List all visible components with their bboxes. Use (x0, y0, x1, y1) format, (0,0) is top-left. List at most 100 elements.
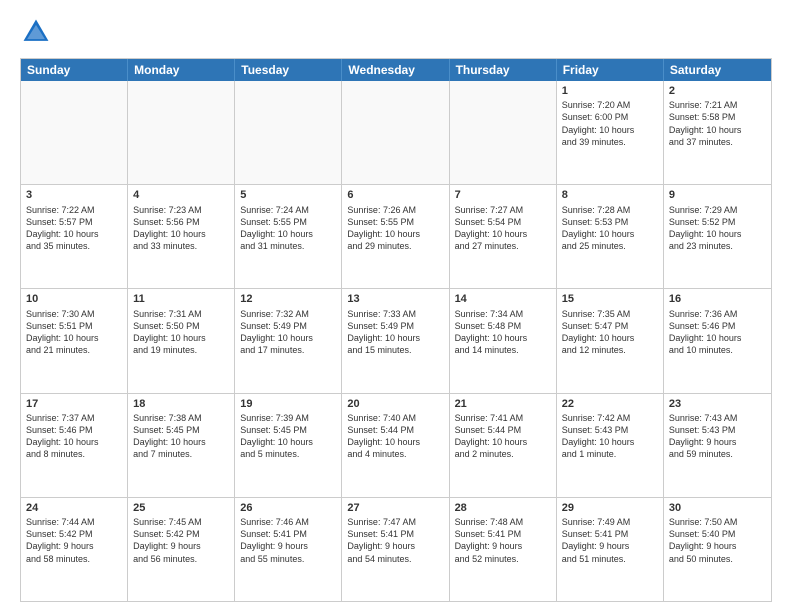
day-number: 17 (26, 397, 122, 411)
day-cell-20: 20Sunrise: 7:40 AM Sunset: 5:44 PM Dayli… (342, 394, 449, 497)
day-number: 3 (26, 188, 122, 202)
day-info: Sunrise: 7:23 AM Sunset: 5:56 PM Dayligh… (133, 204, 229, 253)
day-info: Sunrise: 7:36 AM Sunset: 5:46 PM Dayligh… (669, 308, 766, 357)
day-number: 28 (455, 501, 551, 515)
calendar-header: SundayMondayTuesdayWednesdayThursdayFrid… (21, 59, 771, 81)
empty-cell (450, 81, 557, 184)
day-cell-18: 18Sunrise: 7:38 AM Sunset: 5:45 PM Dayli… (128, 394, 235, 497)
day-cell-24: 24Sunrise: 7:44 AM Sunset: 5:42 PM Dayli… (21, 498, 128, 601)
calendar-row-4: 17Sunrise: 7:37 AM Sunset: 5:46 PM Dayli… (21, 393, 771, 497)
day-cell-2: 2Sunrise: 7:21 AM Sunset: 5:58 PM Daylig… (664, 81, 771, 184)
day-number: 24 (26, 501, 122, 515)
day-cell-12: 12Sunrise: 7:32 AM Sunset: 5:49 PM Dayli… (235, 289, 342, 392)
day-info: Sunrise: 7:40 AM Sunset: 5:44 PM Dayligh… (347, 412, 443, 461)
weekday-header-saturday: Saturday (664, 59, 771, 81)
day-number: 18 (133, 397, 229, 411)
day-info: Sunrise: 7:47 AM Sunset: 5:41 PM Dayligh… (347, 516, 443, 565)
day-info: Sunrise: 7:37 AM Sunset: 5:46 PM Dayligh… (26, 412, 122, 461)
day-number: 26 (240, 501, 336, 515)
calendar-row-3: 10 Sunrise: 7:30 AM Sunset: 5:51 PM Dayli… (21, 288, 771, 392)
weekday-header-sunday: Sunday (21, 59, 128, 81)
day-info: Sunrise: 7:30 AM Sunset: 5:51 PM Dayligh… (26, 308, 122, 357)
day-info: Sunrise: 7:43 AM Sunset: 5:43 PM Dayligh… (669, 412, 766, 461)
day-cell-29: 29Sunrise: 7:49 AM Sunset: 5:41 PM Dayli… (557, 498, 664, 601)
day-number: 16 (669, 292, 766, 306)
day-cell-13: 13 Sunrise: 7:33 AM Sunset: 5:49 PM Dayli… (342, 289, 449, 392)
day-cell-1: 1Sunrise: 7:20 AM Sunset: 6:00 PM Daylig… (557, 81, 664, 184)
day-info: Sunrise: 7:27 AM Sunset: 5:54 PM Dayligh… (455, 204, 551, 253)
day-number: 12 (240, 292, 336, 306)
day-number: 11 (133, 292, 229, 306)
day-cell-5: 5 Sunrise: 7:24 AM Sunset: 5:55 PM Daylig… (235, 185, 342, 288)
day-cell-15: 15 Sunrise: 7:35 AM Sunset: 5:47 PM Dayli… (557, 289, 664, 392)
day-cell-27: 27Sunrise: 7:47 AM Sunset: 5:41 PM Dayli… (342, 498, 449, 601)
day-info: Sunrise: 7:42 AM Sunset: 5:43 PM Dayligh… (562, 412, 658, 461)
calendar-body: 1Sunrise: 7:20 AM Sunset: 6:00 PM Daylig… (21, 81, 771, 601)
day-cell-25: 25Sunrise: 7:45 AM Sunset: 5:42 PM Dayli… (128, 498, 235, 601)
empty-cell (342, 81, 449, 184)
day-number: 14 (455, 292, 551, 306)
day-cell-6: 6Sunrise: 7:26 AM Sunset: 5:55 PM Daylig… (342, 185, 449, 288)
day-cell-14: 14Sunrise: 7:34 AM Sunset: 5:48 PM Dayli… (450, 289, 557, 392)
day-number: 25 (133, 501, 229, 515)
day-info: Sunrise: 7:28 AM Sunset: 5:53 PM Dayligh… (562, 204, 658, 253)
day-cell-26: 26Sunrise: 7:46 AM Sunset: 5:41 PM Dayli… (235, 498, 342, 601)
day-number: 8 (562, 188, 658, 202)
day-info: Sunrise: 7:33 AM Sunset: 5:49 PM Dayligh… (347, 308, 443, 357)
day-cell-19: 19Sunrise: 7:39 AM Sunset: 5:45 PM Dayli… (235, 394, 342, 497)
day-cell-16: 16 Sunrise: 7:36 AM Sunset: 5:46 PM Dayli… (664, 289, 771, 392)
weekday-header-tuesday: Tuesday (235, 59, 342, 81)
day-number: 27 (347, 501, 443, 515)
day-number: 22 (562, 397, 658, 411)
day-info: Sunrise: 7:35 AM Sunset: 5:47 PM Dayligh… (562, 308, 658, 357)
day-info: Sunrise: 7:49 AM Sunset: 5:41 PM Dayligh… (562, 516, 658, 565)
day-cell-9: 9Sunrise: 7:29 AM Sunset: 5:52 PM Daylig… (664, 185, 771, 288)
weekday-header-friday: Friday (557, 59, 664, 81)
day-cell-10: 10 Sunrise: 7:30 AM Sunset: 5:51 PM Dayli… (21, 289, 128, 392)
calendar-row-2: 3 Sunrise: 7:22 AM Sunset: 5:57 PM Daylig… (21, 184, 771, 288)
weekday-header-thursday: Thursday (450, 59, 557, 81)
day-cell-4: 4 Sunrise: 7:23 AM Sunset: 5:56 PM Daylig… (128, 185, 235, 288)
day-cell-28: 28Sunrise: 7:48 AM Sunset: 5:41 PM Dayli… (450, 498, 557, 601)
day-number: 10 (26, 292, 122, 306)
day-number: 4 (133, 188, 229, 202)
day-info: Sunrise: 7:50 AM Sunset: 5:40 PM Dayligh… (669, 516, 766, 565)
day-number: 13 (347, 292, 443, 306)
day-number: 6 (347, 188, 443, 202)
day-number: 23 (669, 397, 766, 411)
day-info: Sunrise: 7:48 AM Sunset: 5:41 PM Dayligh… (455, 516, 551, 565)
day-cell-7: 7 Sunrise: 7:27 AM Sunset: 5:54 PM Daylig… (450, 185, 557, 288)
day-number: 7 (455, 188, 551, 202)
calendar: SundayMondayTuesdayWednesdayThursdayFrid… (20, 58, 772, 602)
empty-cell (235, 81, 342, 184)
logo-icon (20, 16, 52, 48)
calendar-row-5: 24Sunrise: 7:44 AM Sunset: 5:42 PM Dayli… (21, 497, 771, 601)
day-info: Sunrise: 7:38 AM Sunset: 5:45 PM Dayligh… (133, 412, 229, 461)
day-info: Sunrise: 7:41 AM Sunset: 5:44 PM Dayligh… (455, 412, 551, 461)
day-info: Sunrise: 7:45 AM Sunset: 5:42 PM Dayligh… (133, 516, 229, 565)
empty-cell (21, 81, 128, 184)
day-number: 9 (669, 188, 766, 202)
day-number: 19 (240, 397, 336, 411)
day-cell-8: 8 Sunrise: 7:28 AM Sunset: 5:53 PM Daylig… (557, 185, 664, 288)
day-info: Sunrise: 7:20 AM Sunset: 6:00 PM Dayligh… (562, 99, 658, 148)
day-number: 1 (562, 84, 658, 98)
day-cell-22: 22Sunrise: 7:42 AM Sunset: 5:43 PM Dayli… (557, 394, 664, 497)
calendar-row-1: 1Sunrise: 7:20 AM Sunset: 6:00 PM Daylig… (21, 81, 771, 184)
day-number: 29 (562, 501, 658, 515)
day-number: 2 (669, 84, 766, 98)
day-info: Sunrise: 7:31 AM Sunset: 5:50 PM Dayligh… (133, 308, 229, 357)
day-number: 21 (455, 397, 551, 411)
day-number: 30 (669, 501, 766, 515)
day-cell-17: 17Sunrise: 7:37 AM Sunset: 5:46 PM Dayli… (21, 394, 128, 497)
day-info: Sunrise: 7:44 AM Sunset: 5:42 PM Dayligh… (26, 516, 122, 565)
day-number: 15 (562, 292, 658, 306)
day-number: 20 (347, 397, 443, 411)
day-cell-3: 3 Sunrise: 7:22 AM Sunset: 5:57 PM Daylig… (21, 185, 128, 288)
day-info: Sunrise: 7:24 AM Sunset: 5:55 PM Dayligh… (240, 204, 336, 253)
day-cell-30: 30Sunrise: 7:50 AM Sunset: 5:40 PM Dayli… (664, 498, 771, 601)
day-number: 5 (240, 188, 336, 202)
day-info: Sunrise: 7:46 AM Sunset: 5:41 PM Dayligh… (240, 516, 336, 565)
day-info: Sunrise: 7:22 AM Sunset: 5:57 PM Dayligh… (26, 204, 122, 253)
day-cell-23: 23Sunrise: 7:43 AM Sunset: 5:43 PM Dayli… (664, 394, 771, 497)
